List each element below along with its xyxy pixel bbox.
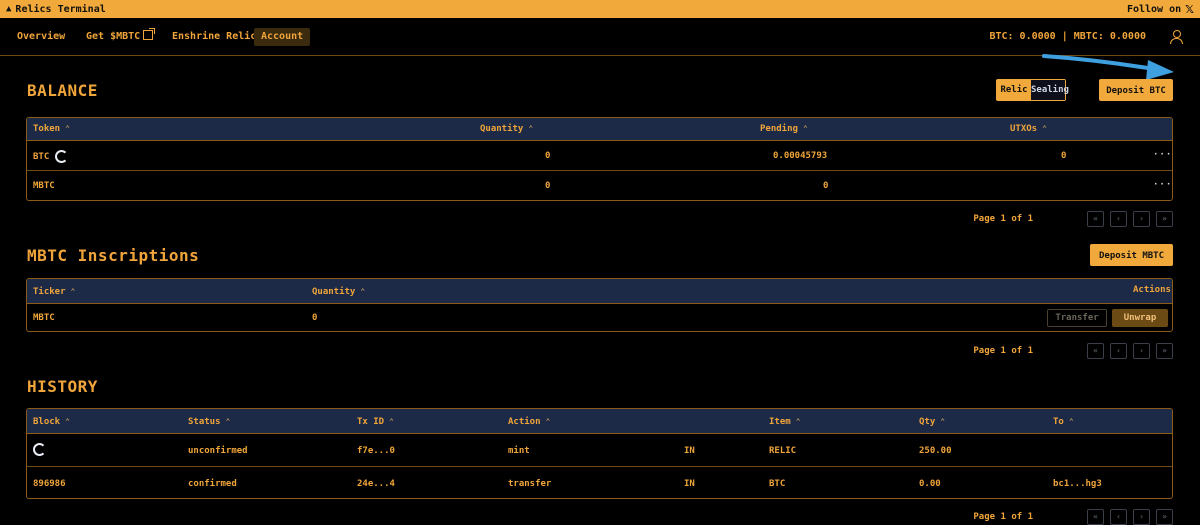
quantity-cell: 0 bbox=[312, 313, 318, 323]
direction-cell: IN bbox=[684, 479, 695, 489]
first-page-button[interactable]: « bbox=[1087, 211, 1104, 227]
utxos-cell: 0 bbox=[1061, 151, 1067, 161]
pending-cell: 0.00045793 bbox=[773, 151, 828, 161]
title-bar: ▲ Relics Terminal Follow on 𝕏 bbox=[0, 0, 1200, 18]
block-cell: 896986 bbox=[33, 479, 66, 489]
quantity-cell: 0 bbox=[545, 151, 551, 161]
top-nav: Overview Get $MBTC Enshrine Relic Accoun… bbox=[0, 18, 1200, 56]
direction-cell: IN bbox=[684, 446, 695, 456]
relic-sealing-toggle[interactable]: Relic Sealing bbox=[996, 79, 1069, 101]
app-title: Relics Terminal bbox=[15, 3, 106, 15]
status-cell: confirmed bbox=[188, 479, 237, 489]
table-row: unconfirmed f7e...0 mint IN RELIC 250.00 bbox=[27, 434, 1172, 467]
quantity-cell: 0 bbox=[545, 181, 551, 191]
x-logo-icon: 𝕏 bbox=[1185, 2, 1194, 16]
history-pagination: Page 1 of 1 « ‹ › » bbox=[973, 509, 1173, 525]
toggle-sealing[interactable]: Sealing bbox=[1031, 80, 1069, 100]
page-label: Page 1 of 1 bbox=[973, 346, 1033, 356]
next-page-button[interactable]: › bbox=[1133, 509, 1150, 525]
nav-get-mbtc[interactable]: Get $MBTC bbox=[86, 28, 156, 46]
more-options-icon[interactable]: ··· bbox=[1153, 150, 1172, 160]
table-row: BTC 0 0.00045793 0 ··· bbox=[27, 141, 1172, 171]
col-ticker[interactable]: Ticker ⌃ bbox=[33, 287, 75, 297]
txid-cell[interactable]: 24e...4 bbox=[357, 479, 395, 489]
history-title: HISTORY bbox=[27, 377, 98, 396]
unwrap-button[interactable]: Unwrap bbox=[1112, 309, 1168, 327]
nav-get-mbtc-label: Get $MBTC bbox=[86, 31, 141, 42]
prev-page-button[interactable]: ‹ bbox=[1110, 509, 1127, 525]
balance-table: Token ⌃ Quantity ⌃ Pending ⌃ UTXOs ⌃ BTC 0 0… bbox=[26, 117, 1173, 201]
col-to[interactable]: To ⌃ bbox=[1053, 417, 1074, 427]
item-cell: RELIC bbox=[769, 446, 797, 456]
balance-pagination: Page 1 of 1 « ‹ › » bbox=[973, 211, 1173, 227]
prev-page-button[interactable]: ‹ bbox=[1110, 343, 1127, 359]
col-quantity[interactable]: Quantity ⌃ bbox=[480, 124, 533, 134]
next-page-button[interactable]: › bbox=[1133, 211, 1150, 227]
token-cell: BTC bbox=[33, 150, 68, 163]
toggle-relic[interactable]: Relic bbox=[997, 80, 1031, 100]
nav-account[interactable]: Account bbox=[254, 28, 311, 46]
col-qty[interactable]: Qty ⌃ bbox=[919, 417, 945, 427]
external-link-icon bbox=[143, 28, 156, 40]
ticker-cell: MBTC bbox=[33, 313, 55, 323]
col-pending[interactable]: Pending ⌃ bbox=[760, 124, 808, 134]
item-cell: BTC bbox=[769, 479, 786, 489]
loading-spinner-icon bbox=[54, 150, 68, 163]
col-txid[interactable]: Tx ID ⌃ bbox=[357, 417, 394, 427]
prev-page-button[interactable]: ‹ bbox=[1110, 211, 1127, 227]
follow-label: Follow on bbox=[1126, 3, 1182, 15]
deposit-btc-button[interactable]: Deposit BTC bbox=[1099, 79, 1173, 101]
inscriptions-pagination: Page 1 of 1 « ‹ › » bbox=[973, 343, 1173, 359]
last-page-button[interactable]: » bbox=[1156, 211, 1173, 227]
more-options-icon[interactable]: ··· bbox=[1153, 180, 1172, 190]
to-cell[interactable]: bc1...hg3 bbox=[1053, 479, 1102, 489]
wallet-balances: BTC: 0.0000 | MBTC: 0.0000 bbox=[989, 31, 1146, 42]
transfer-button[interactable]: Transfer bbox=[1047, 309, 1107, 327]
qty-cell: 0.00 bbox=[919, 479, 941, 489]
loading-spinner-icon bbox=[33, 443, 46, 456]
page-label: Page 1 of 1 bbox=[973, 512, 1033, 522]
inscriptions-title: MBTC Inscriptions bbox=[27, 246, 200, 265]
last-page-button[interactable]: » bbox=[1156, 509, 1173, 525]
col-utxos[interactable]: UTXOs ⌃ bbox=[1010, 124, 1047, 134]
inscriptions-table-header: Ticker ⌃ Quantity ⌃ Actions bbox=[27, 279, 1172, 304]
txid-cell[interactable]: f7e...0 bbox=[357, 446, 395, 456]
action-cell: transfer bbox=[508, 479, 552, 489]
col-status[interactable]: Status ⌃ bbox=[188, 417, 230, 427]
first-page-button[interactable]: « bbox=[1087, 343, 1104, 359]
token-cell: MBTC bbox=[33, 181, 55, 191]
col-item[interactable]: Item ⌃ bbox=[769, 417, 801, 427]
table-row: MBTC 0 0 ··· bbox=[27, 171, 1172, 200]
col-actions: Actions bbox=[1133, 285, 1171, 295]
block-cell bbox=[33, 443, 46, 456]
inscriptions-table: Ticker ⌃ Quantity ⌃ Actions MBTC 0 Transfe… bbox=[26, 278, 1173, 332]
status-cell: unconfirmed bbox=[188, 446, 248, 456]
nav-enshrine-relic[interactable]: Enshrine Relic bbox=[172, 28, 256, 46]
table-row: MBTC 0 Transfer Unwrap bbox=[27, 304, 1172, 331]
first-page-button[interactable]: « bbox=[1087, 509, 1104, 525]
history-table-header: Block ⌃ Status ⌃ Tx ID ⌃ Action ⌃ Item ⌃ Qty ⌃… bbox=[27, 409, 1172, 434]
action-cell: mint bbox=[508, 446, 530, 456]
balance-title: BALANCE bbox=[27, 81, 98, 100]
deposit-mbtc-button[interactable]: Deposit MBTC bbox=[1090, 244, 1173, 266]
warning-icon: ▲ bbox=[6, 4, 12, 14]
page-label: Page 1 of 1 bbox=[973, 214, 1033, 224]
nav-overview[interactable]: Overview bbox=[17, 28, 65, 46]
qty-cell: 250.00 bbox=[919, 446, 952, 456]
col-quantity[interactable]: Quantity ⌃ bbox=[312, 287, 365, 297]
pending-cell: 0 bbox=[823, 181, 829, 191]
col-token[interactable]: Token ⌃ bbox=[33, 124, 70, 134]
col-block[interactable]: Block ⌃ bbox=[33, 417, 70, 427]
annotation-arrow bbox=[1042, 54, 1174, 80]
user-icon[interactable] bbox=[1170, 30, 1183, 44]
history-table: Block ⌃ Status ⌃ Tx ID ⌃ Action ⌃ Item ⌃ Qty ⌃… bbox=[26, 408, 1173, 499]
next-page-button[interactable]: › bbox=[1133, 343, 1150, 359]
table-row: 896986 confirmed 24e...4 transfer IN BTC… bbox=[27, 467, 1172, 498]
last-page-button[interactable]: » bbox=[1156, 343, 1173, 359]
follow-on-x-link[interactable]: Follow on 𝕏 bbox=[1127, 3, 1194, 16]
balance-table-header: Token ⌃ Quantity ⌃ Pending ⌃ UTXOs ⌃ bbox=[27, 118, 1172, 141]
col-action[interactable]: Action ⌃ bbox=[508, 417, 550, 427]
